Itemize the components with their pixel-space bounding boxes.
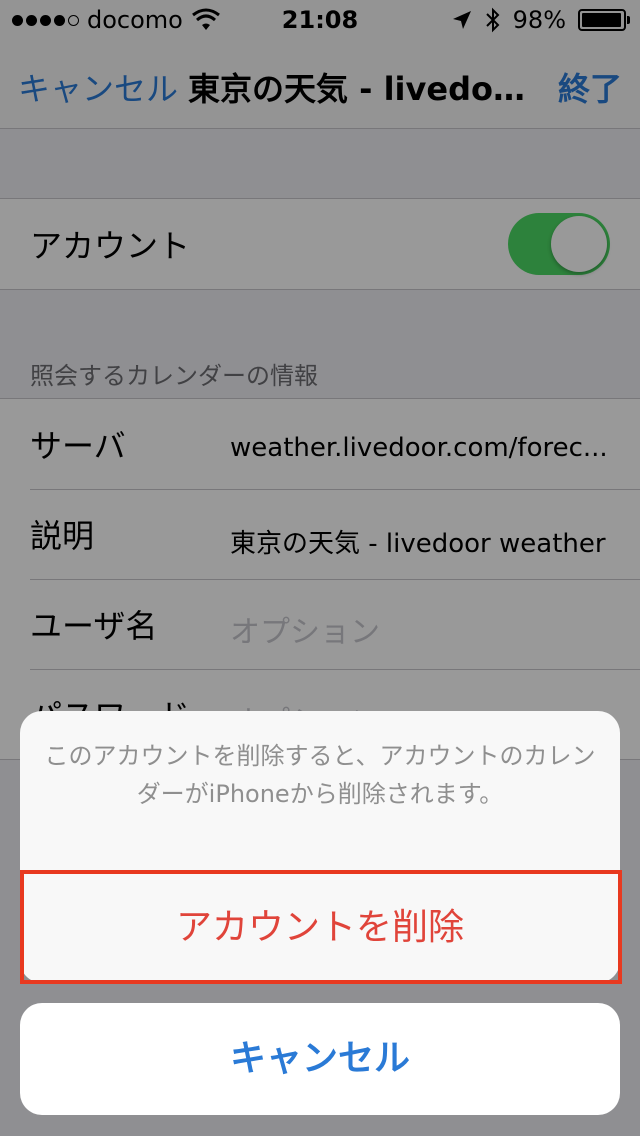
- action-sheet-message: このアカウントを削除すると、アカウントのカレンダーがiPhoneから削除されます…: [44, 742, 596, 808]
- highlight-box: [20, 870, 622, 984]
- sheet-cancel-button[interactable]: キャンセル: [20, 1003, 620, 1115]
